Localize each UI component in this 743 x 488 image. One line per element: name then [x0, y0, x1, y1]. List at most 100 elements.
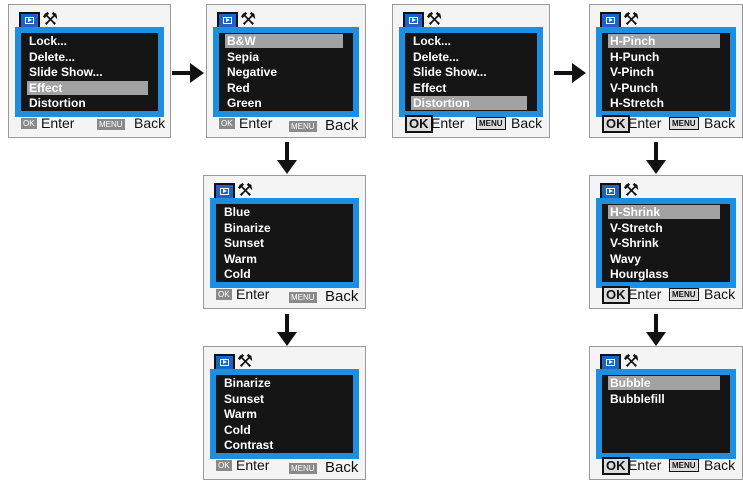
button-hints: OK Enter MENU Back [9, 114, 170, 134]
arrow-right-icon [554, 63, 586, 83]
back-label: Back [134, 115, 166, 131]
menu-item[interactable]: Slide Show... [27, 65, 103, 79]
menu-item[interactable]: Green [225, 96, 262, 110]
menu-list: Blue Binarize Sunset Warm Cold [216, 204, 353, 282]
menu-item[interactable]: H-Stretch [608, 96, 664, 110]
enter-label: Enter [431, 115, 465, 131]
menu-screen: Lock... Delete... Slide Show... Effect Disto… [399, 27, 543, 117]
menu-button-icon[interactable]: MENU [97, 119, 125, 130]
button-hints: OK Enter MENU Back [590, 114, 742, 134]
menu-item[interactable]: Cold [222, 423, 251, 437]
camera-screen-panel: ⚒ Lock... Delete... Slide Show... Effect Dist… [392, 4, 550, 138]
button-hints: OK Enter MENU Back [393, 114, 549, 134]
menu-list: Bubble Bubblefill [602, 375, 730, 453]
ok-button-icon[interactable]: OK [405, 115, 433, 133]
arrow-right-icon [172, 63, 204, 83]
camera-screen-panel: ⚒ Blue Binarize Sunset Warm Cold OK Enter MENU Ba… [203, 175, 366, 309]
menu-item[interactable]: Negative [225, 65, 277, 79]
arrow-down-icon [277, 314, 297, 346]
menu-item[interactable]: B&W [225, 34, 343, 48]
camera-screen-panel: ⚒ H-Shrink V-Stretch V-Shrink Wavy Hourglass O… [589, 175, 743, 309]
ok-button-icon[interactable]: OK [602, 286, 630, 304]
menu-item[interactable]: H-Punch [608, 50, 659, 64]
menu-item[interactable]: V-Shrink [608, 236, 659, 250]
menu-button-icon[interactable]: MENU [289, 463, 317, 474]
back-label: Back [704, 115, 736, 131]
menu-item[interactable]: Red [225, 81, 250, 95]
menu-item[interactable]: Lock... [411, 34, 451, 48]
menu-item[interactable]: Effect [27, 80, 148, 95]
menu-item[interactable]: Bubble [608, 376, 720, 390]
menu-item[interactable]: Delete... [27, 50, 75, 64]
ok-button-icon[interactable]: OK [216, 289, 232, 300]
menu-screen: H-Pinch H-Punch V-Pinch V-Punch H-Stretch [596, 27, 736, 117]
menu-item[interactable]: Distortion [27, 96, 86, 110]
button-hints: OK Enter MENU Back [204, 456, 365, 476]
menu-item[interactable]: Wavy [608, 252, 641, 266]
camera-screen-panel: ⚒ B&W Sepia Negative Red Green OK Enter MENU Back [206, 4, 366, 138]
ok-button-icon[interactable]: OK [219, 118, 235, 129]
menu-item[interactable]: Warm [222, 252, 257, 266]
menu-item[interactable]: Sunset [222, 392, 264, 406]
back-label: Back [511, 115, 543, 131]
button-hints: OK Enter MENU Back [590, 285, 742, 305]
menu-item[interactable]: Warm [222, 407, 257, 421]
camera-screen-panel: ⚒ Lock... Delete... Slide Show... Effect Dist… [8, 4, 171, 138]
menu-item[interactable]: Sunset [222, 236, 264, 250]
menu-screen: Binarize Sunset Warm Cold Contrast [210, 369, 359, 459]
enter-label: Enter [628, 286, 662, 302]
menu-button-icon[interactable]: MENU [289, 292, 317, 303]
button-hints: OK Enter MENU Back [590, 456, 742, 476]
button-hints: OK Enter MENU Back [207, 114, 365, 134]
enter-label: Enter [41, 115, 75, 131]
button-hints: OK Enter MENU Back [204, 285, 365, 305]
menu-item[interactable]: Effect [411, 81, 446, 95]
menu-item[interactable]: V-Stretch [608, 221, 663, 235]
camera-screen-panel: ⚒ Bubble Bubblefill OK Enter MENU Back [589, 346, 743, 480]
menu-item[interactable]: Slide Show... [411, 65, 487, 79]
menu-item[interactable]: V-Punch [608, 81, 658, 95]
menu-button-icon[interactable]: MENU [476, 117, 506, 130]
menu-item[interactable]: Contrast [222, 438, 273, 452]
menu-button-icon[interactable]: MENU [669, 459, 699, 472]
menu-item[interactable]: V-Pinch [608, 65, 654, 79]
ok-button-icon[interactable]: OK [21, 118, 37, 129]
ok-button-icon[interactable]: OK [216, 460, 232, 471]
menu-item[interactable]: Blue [222, 205, 250, 219]
menu-list: Lock... Delete... Slide Show... Effect Disto… [21, 33, 158, 111]
menu-item[interactable]: Lock... [27, 34, 67, 48]
menu-screen: Blue Binarize Sunset Warm Cold [210, 198, 359, 288]
menu-screen: B&W Sepia Negative Red Green [213, 27, 359, 117]
menu-item[interactable]: Sepia [225, 50, 259, 64]
menu-item[interactable]: H-Shrink [608, 205, 720, 219]
menu-list: Lock... Delete... Slide Show... Effect Disto… [405, 33, 537, 111]
back-label: Back [325, 288, 359, 305]
menu-screen: Lock... Delete... Slide Show... Effect Disto… [15, 27, 164, 117]
menu-screen: H-Shrink V-Stretch V-Shrink Wavy Hourglass [596, 198, 736, 288]
arrow-down-icon [646, 142, 666, 174]
arrow-down-icon [277, 142, 297, 174]
menu-button-icon[interactable]: MENU [669, 117, 699, 130]
menu-item[interactable]: Bubblefill [608, 392, 665, 406]
back-label: Back [704, 457, 736, 473]
menu-list: H-Shrink V-Stretch V-Shrink Wavy Hourglass [602, 204, 730, 282]
menu-item[interactable]: Hourglass [608, 267, 669, 281]
menu-list: Binarize Sunset Warm Cold Contrast [216, 375, 353, 453]
menu-button-icon[interactable]: MENU [289, 121, 317, 132]
ok-button-icon[interactable]: OK [602, 115, 630, 133]
menu-item[interactable]: Distortion [411, 96, 527, 110]
menu-item[interactable]: Binarize [222, 376, 271, 390]
camera-screen-panel: ⚒ H-Pinch H-Punch V-Pinch V-Punch H-Stretch OK… [589, 4, 743, 138]
menu-list: B&W Sepia Negative Red Green [219, 33, 353, 111]
ok-button-icon[interactable]: OK [602, 457, 630, 475]
menu-list: H-Pinch H-Punch V-Pinch V-Punch H-Stretch [602, 33, 730, 111]
back-label: Back [325, 117, 359, 134]
menu-item[interactable]: Delete... [411, 50, 459, 64]
menu-item[interactable]: H-Pinch [608, 34, 720, 48]
enter-label: Enter [236, 457, 270, 473]
camera-screen-panel: ⚒ Binarize Sunset Warm Cold Contrast OK Enter ME… [203, 346, 366, 480]
menu-button-icon[interactable]: MENU [669, 288, 699, 301]
menu-item[interactable]: Binarize [222, 221, 271, 235]
back-label: Back [704, 286, 736, 302]
menu-item[interactable]: Cold [222, 267, 251, 281]
